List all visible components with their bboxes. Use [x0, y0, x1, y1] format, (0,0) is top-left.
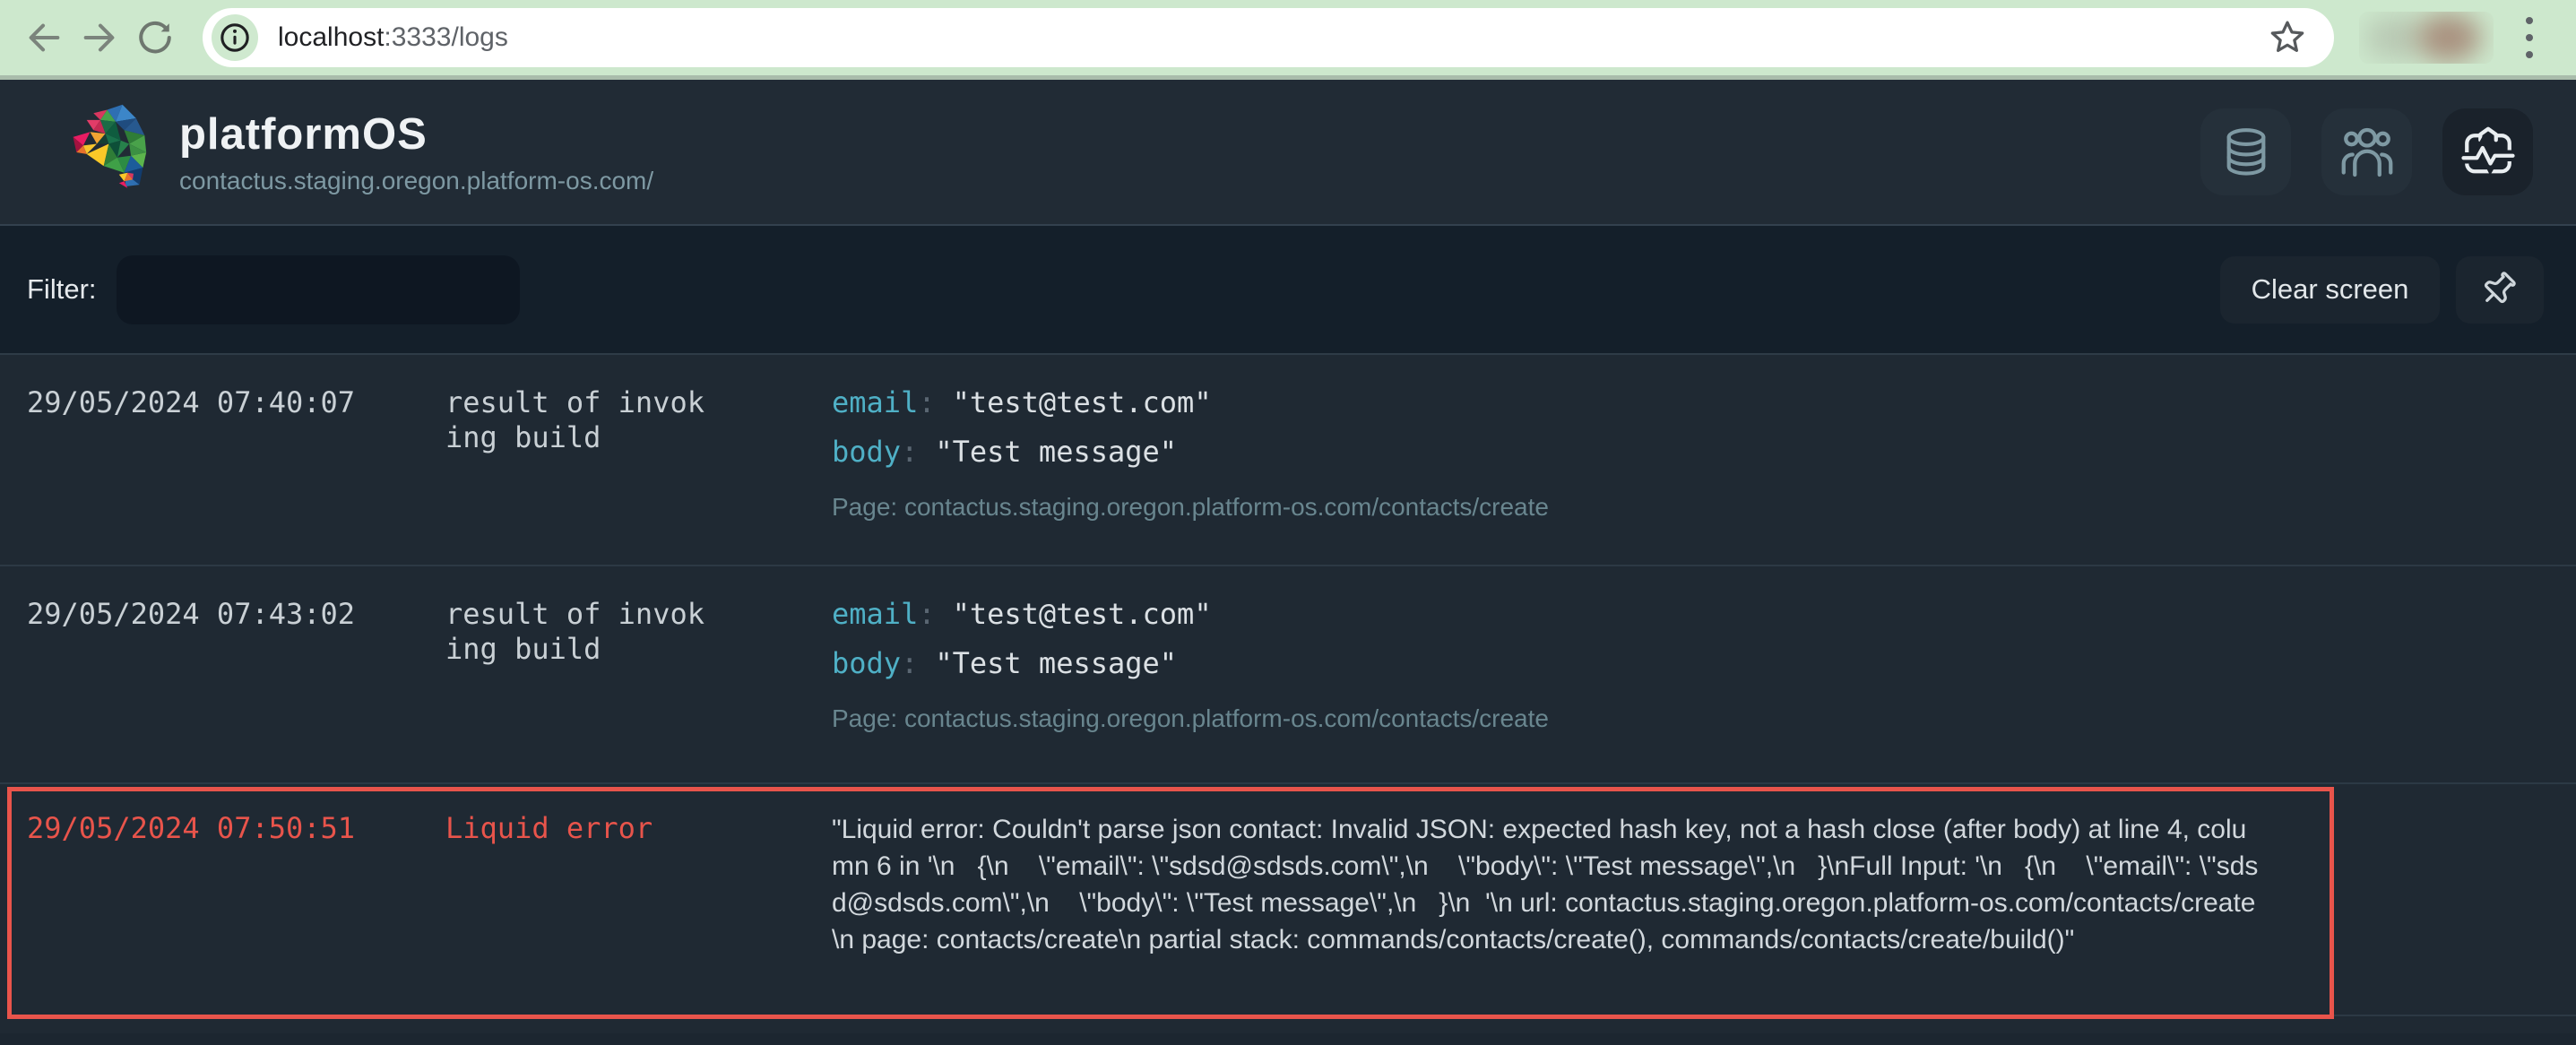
- nav-users-button[interactable]: [2321, 108, 2412, 195]
- clear-screen-button[interactable]: Clear screen: [2220, 256, 2440, 324]
- filter-label: Filter:: [27, 273, 97, 306]
- log-kv-pair: body: "Test message": [832, 646, 2302, 681]
- avatar-blur-right: [2416, 13, 2481, 62]
- info-icon: [220, 22, 250, 53]
- log-timestamp: 29/05/2024 07:40:07: [27, 385, 445, 565]
- back-button[interactable]: [16, 10, 72, 65]
- kv-key: body: [832, 435, 901, 469]
- log-message: email:"test@test.com" body:"Test message…: [832, 597, 2302, 782]
- log-row: 29/05/2024 07:43:02 result of invoking b…: [0, 566, 2576, 784]
- logs-page: localhost:3333/logs: [0, 0, 2576, 1031]
- browser-toolbar: localhost:3333/logs: [0, 0, 2576, 75]
- forward-button[interactable]: [72, 10, 127, 65]
- log-kv-pair: email: "test@test.com": [832, 597, 2302, 632]
- kv-key: email: [832, 597, 918, 631]
- back-arrow-icon: [23, 17, 65, 58]
- url-text: localhost:3333/logs: [278, 22, 2264, 53]
- reload-icon: [135, 18, 175, 57]
- bookmark-button[interactable]: [2264, 14, 2311, 61]
- kv-separator: :: [901, 435, 918, 469]
- log-timestamp: 29/05/2024 07:43:02: [27, 597, 445, 782]
- kv-key: body: [832, 646, 901, 680]
- profile-avatar[interactable]: [2359, 12, 2494, 64]
- pin-icon: [2479, 269, 2520, 310]
- log-type: result of invoking build: [445, 385, 711, 455]
- error-message: "Liquid error: Couldn't parse json conta…: [832, 811, 2266, 1015]
- log-row-error-wrapper: 29/05/2024 07:50:51 Liquid error "Liquid…: [0, 787, 2576, 1033]
- kv-value: "Test message": [935, 646, 1177, 680]
- kv-key: email: [832, 385, 918, 419]
- site-info-chip[interactable]: [212, 14, 258, 61]
- log-row: 29/05/2024 07:40:07 result of invoking b…: [0, 355, 2576, 566]
- bottom-strip: [0, 1033, 2576, 1045]
- forward-arrow-icon: [79, 17, 120, 58]
- app-header: platformOS contactus.staging.oregon.plat…: [0, 80, 2576, 226]
- url-host: localhost: [278, 22, 384, 52]
- row-divider: [2334, 1015, 2576, 1016]
- kv-value: "Test message": [935, 435, 1177, 469]
- log-page-url: Page: contactus.staging.oregon.platform-…: [832, 704, 2302, 733]
- database-icon: [2220, 126, 2272, 178]
- log-type: Liquid error: [445, 811, 711, 846]
- kv-value: "test@test.com": [953, 597, 1212, 631]
- log-type: result of invoking build: [445, 597, 711, 667]
- app-title: platformOS: [179, 109, 653, 160]
- kv-separator: :: [918, 385, 935, 419]
- log-row-error: 29/05/2024 07:50:51 Liquid error "Liquid…: [7, 787, 2334, 1019]
- filter-bar: Filter: Clear screen: [0, 226, 2576, 355]
- log-kv-pair: body: "Test message": [832, 435, 2302, 470]
- brand-block: platformOS contactus.staging.oregon.plat…: [179, 109, 653, 195]
- star-icon: [2267, 17, 2308, 58]
- kv-separator: :: [901, 646, 918, 680]
- nav-database-button[interactable]: [2200, 108, 2291, 195]
- filter-input[interactable]: [117, 255, 520, 324]
- log-page-url: Page: contactus.staging.oregon.platform-…: [832, 493, 2302, 522]
- platformos-logo: [65, 100, 167, 204]
- browser-menu-button[interactable]: [2504, 10, 2554, 65]
- menu-dot: [2526, 17, 2533, 24]
- users-icon: [2340, 127, 2394, 177]
- log-timestamp: 29/05/2024 07:50:51: [27, 811, 445, 1015]
- menu-dot: [2526, 51, 2533, 58]
- instance-url: contactus.staging.oregon.platform-os.com…: [179, 167, 653, 195]
- reload-button[interactable]: [127, 10, 183, 65]
- menu-dot: [2526, 34, 2533, 41]
- address-bar[interactable]: localhost:3333/logs: [203, 8, 2334, 67]
- nav-logs-button[interactable]: [2442, 108, 2533, 195]
- url-path: :3333/logs: [384, 22, 507, 52]
- kv-value: "test@test.com": [953, 385, 1212, 419]
- kv-separator: :: [918, 597, 935, 631]
- log-kv-pair: email: "test@test.com": [832, 385, 2302, 420]
- pin-button[interactable]: [2456, 256, 2544, 324]
- log-message: email:"test@test.com" body:"Test message…: [832, 385, 2302, 565]
- logs-pulse-icon: [2461, 125, 2515, 179]
- log-table: 29/05/2024 07:40:07 result of invoking b…: [0, 355, 2576, 1045]
